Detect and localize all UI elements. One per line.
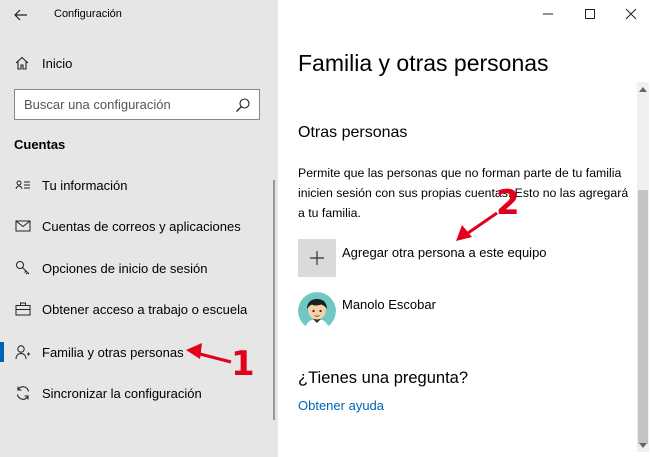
nav-home[interactable]: Inicio bbox=[14, 52, 72, 74]
user-name: Manolo Escobar bbox=[342, 297, 436, 312]
sidebar-item-label: Tu información bbox=[42, 177, 128, 193]
add-tile[interactable] bbox=[298, 239, 336, 277]
sidebar-item-label: Cuentas de correos y aplicaciones bbox=[42, 218, 241, 234]
maximize-icon bbox=[585, 9, 595, 19]
plus-icon bbox=[310, 251, 324, 265]
key-icon bbox=[14, 259, 32, 277]
sidebar-item-trabajo-escuela[interactable]: Obtener acceso a trabajo o escuela bbox=[0, 294, 270, 324]
back-arrow-icon bbox=[14, 9, 27, 21]
window-title: Configuración bbox=[54, 8, 122, 20]
scroll-down-icon[interactable] bbox=[637, 440, 649, 450]
maximize-button[interactable] bbox=[575, 4, 605, 24]
minimize-button[interactable] bbox=[533, 4, 563, 24]
close-button[interactable] bbox=[616, 4, 646, 24]
sync-icon bbox=[14, 384, 32, 402]
back-button[interactable] bbox=[8, 4, 34, 26]
title-bar: Configuración bbox=[0, 0, 650, 30]
annotation-step-2: 2 bbox=[496, 183, 520, 223]
home-icon bbox=[14, 55, 32, 71]
user-entry[interactable]: Manolo Escobar bbox=[298, 292, 436, 332]
contact-card-icon bbox=[14, 176, 32, 194]
user-avatar bbox=[298, 292, 336, 330]
sidebar-item-inicio-sesion[interactable]: Opciones de inicio de sesión bbox=[0, 253, 270, 283]
sidebar-section-title: Cuentas bbox=[14, 137, 66, 152]
search-box[interactable] bbox=[14, 89, 260, 120]
section-description: Permite que las personas que no forman p… bbox=[298, 166, 629, 220]
sidebar-item-label: Opciones de inicio de sesión bbox=[42, 260, 208, 276]
question-heading: ¿Tienes una pregunta? bbox=[298, 369, 469, 387]
add-person-label: Agregar otra persona a este equipo bbox=[342, 244, 547, 260]
briefcase-icon bbox=[14, 300, 32, 318]
sidebar-item-sincronizar[interactable]: Sincronizar la configuración bbox=[0, 378, 270, 408]
sidebar-item-label: Obtener acceso a trabajo o escuela bbox=[42, 301, 248, 317]
search-input[interactable] bbox=[15, 90, 230, 119]
annotation-step-1: 1 bbox=[231, 344, 255, 384]
main-scrollbar[interactable] bbox=[637, 82, 649, 452]
sidebar-scrollbar[interactable] bbox=[273, 180, 275, 420]
close-icon bbox=[625, 8, 637, 20]
page-title: Familia y otras personas bbox=[298, 50, 549, 76]
mail-icon bbox=[14, 217, 32, 235]
sidebar-item-familia[interactable]: Familia y otras personas bbox=[0, 337, 270, 367]
sidebar-item-cuentas-correo[interactable]: Cuentas de correos y aplicaciones bbox=[0, 211, 270, 241]
scrollbar-thumb[interactable] bbox=[638, 190, 648, 444]
section-title: Otras personas bbox=[298, 124, 408, 141]
search-icon[interactable] bbox=[235, 97, 251, 113]
sidebar-item-tu-informacion[interactable]: Tu información bbox=[0, 170, 270, 200]
get-help-link[interactable]: Obtener ayuda bbox=[298, 398, 384, 413]
scroll-up-icon[interactable] bbox=[637, 84, 649, 94]
nav-home-label: Inicio bbox=[42, 55, 73, 71]
minimize-icon bbox=[543, 13, 553, 15]
sidebar-item-label: Familia y otras personas bbox=[42, 344, 184, 360]
sidebar-item-label: Sincronizar la configuración bbox=[42, 385, 202, 401]
person-add-icon bbox=[14, 343, 32, 361]
add-person-button[interactable]: Agregar otra persona a este equipo bbox=[298, 238, 547, 278]
